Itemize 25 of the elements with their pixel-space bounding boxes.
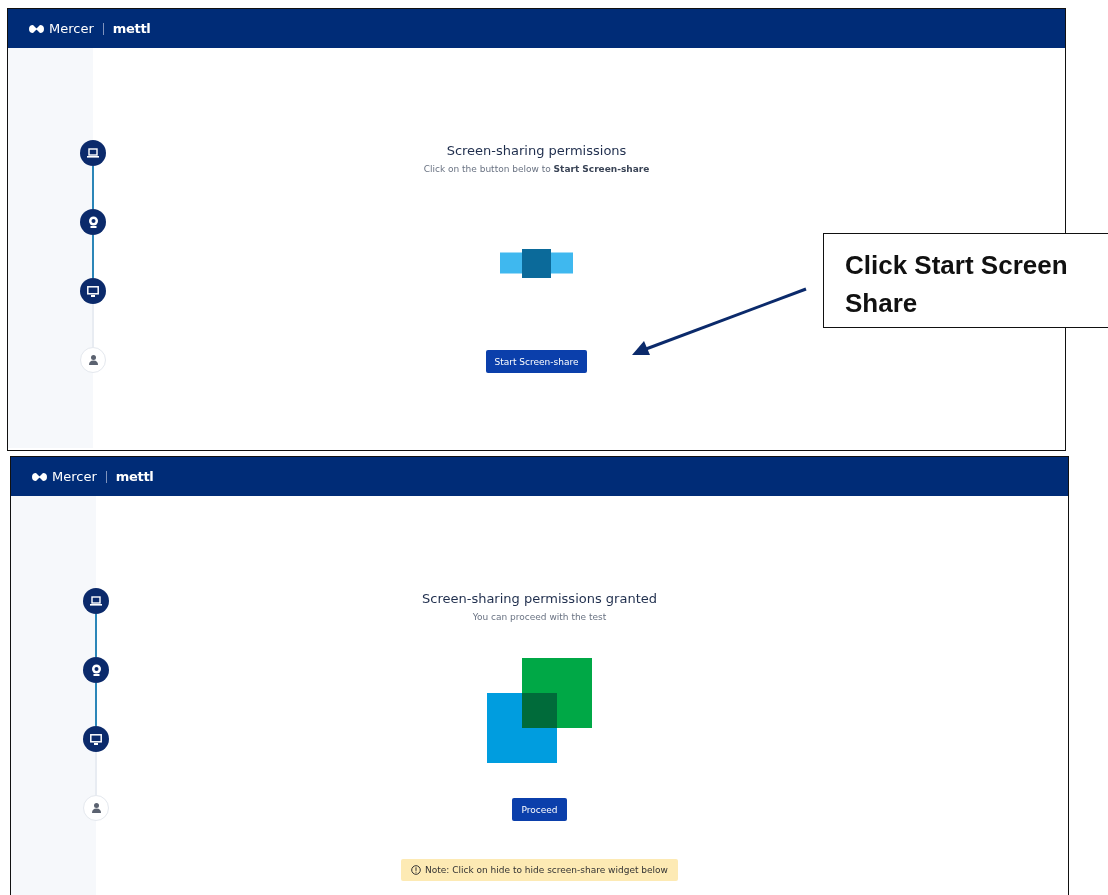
callout-box: Click Start Screen Share [823,233,1108,328]
page-title: Screen-sharing permissions [446,142,627,160]
mercer-logo-icon [31,471,48,482]
mercer-logo-icon [28,23,45,34]
page-subtitle: You can proceed with the test [472,611,607,624]
monitor-icon [87,285,99,297]
webcam-icon [90,664,102,676]
laptop-icon [90,596,102,606]
webcam-icon [87,216,99,228]
overlapping-squares-icon [486,658,593,764]
brand-name: Mercer [49,21,94,36]
monitor-icon [90,733,102,745]
page-title: Screen-sharing permissions granted [422,590,657,608]
laptop-icon [87,148,99,158]
action-button[interactable]: Proceed [512,798,567,821]
info-icon [411,865,422,875]
page-subtitle: Click on the button below to Start Screen-share [423,163,650,176]
brand-name: Mercer [52,469,97,484]
loading-squares-icon [500,248,573,278]
person-icon [91,803,101,813]
action-button[interactable]: Start Screen-share [485,350,588,373]
note-text: Note: Click on hide to hide screen-share widget below [425,865,668,875]
person-icon [88,355,98,365]
product-logo: mettl [112,21,151,36]
product-logo: mettl [115,469,154,484]
